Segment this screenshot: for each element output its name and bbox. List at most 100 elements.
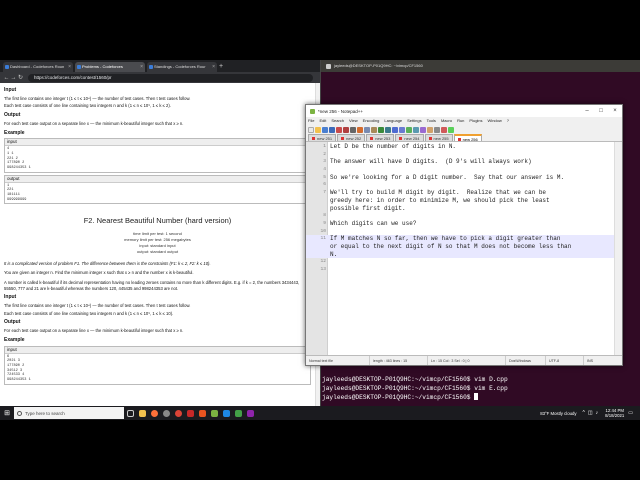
undo-icon[interactable] (378, 126, 384, 133)
browser-tab-standings[interactable]: Standings - Codeforces Rour × (147, 62, 217, 72)
firefox-icon[interactable] (148, 406, 160, 420)
line-number: 10 (320, 228, 326, 234)
weather-widget[interactable]: 83°F Mostly cloudy (540, 411, 576, 416)
menu-tools[interactable]: Tools (427, 117, 436, 125)
menu-language[interactable]: Language (384, 117, 402, 125)
record-macro-icon[interactable] (441, 126, 447, 133)
new-file-icon[interactable] (308, 126, 314, 133)
output-heading: Output (4, 112, 21, 119)
close-tab-icon[interactable]: × (68, 62, 71, 72)
npp-tab-new-254[interactable]: new 254 (395, 134, 424, 141)
replace-icon[interactable] (399, 126, 405, 133)
close-tab-icon[interactable]: × (212, 62, 215, 72)
word-wrap-icon[interactable] (427, 126, 433, 133)
menu-view[interactable]: View (349, 117, 358, 125)
taskbar-clock[interactable]: 12:44 PM 8/18/2021 (605, 408, 624, 418)
zoom-in-icon[interactable] (406, 126, 412, 133)
unsaved-icon (399, 137, 403, 140)
npp-tab-new-255[interactable]: new 255 (424, 134, 453, 141)
close-all-icon[interactable] (343, 126, 349, 133)
menu-encoding[interactable]: Encoding (363, 117, 380, 125)
save-icon[interactable] (322, 126, 328, 133)
sync-scroll-icon[interactable] (420, 126, 426, 133)
minimize-icon[interactable]: – (580, 108, 594, 114)
windows-start-icon[interactable]: ⊞ (0, 409, 14, 417)
sample-output-body[interactable]: 1 221 181111 999999999 (5, 183, 310, 204)
problem-title: F2. Nearest Beautiful Number (hard versi… (83, 216, 232, 226)
npp-statusbar: Normal text file length : 463 lines : 15… (306, 355, 622, 365)
app-icon-green[interactable] (232, 406, 244, 420)
menu-run[interactable]: Run (457, 117, 464, 125)
npp-toolbar (306, 125, 622, 134)
chrome-icon[interactable] (172, 406, 184, 420)
open-folder-icon[interactable] (315, 126, 321, 133)
input-text-2: Each test case consists of one line cont… (4, 103, 171, 109)
menu-help[interactable]: ? (507, 117, 509, 125)
chevron-up-icon[interactable]: ^ (583, 410, 585, 416)
notepadpp-app-icon[interactable] (208, 406, 220, 420)
back-arrow-icon[interactable]: ← (3, 75, 10, 81)
unsaved-icon (370, 137, 374, 140)
browser-tabstrip: Dashboard - Codeforces Roun × Problems - … (0, 60, 320, 72)
close-tab-icon[interactable]: × (140, 62, 143, 72)
show-all-chars-icon[interactable] (434, 126, 440, 133)
terminal-cursor (474, 393, 479, 400)
terminal-icon (326, 63, 331, 69)
npp-editor[interactable]: 1 Let D be the number of digits in N. 2 3… (306, 142, 622, 355)
menu-search[interactable]: Search (331, 117, 344, 125)
menu-plugins[interactable]: Plugins (469, 117, 482, 125)
app-icon-blue[interactable] (220, 406, 232, 420)
terminal-output[interactable]: jayleeds@DESKTOP-P01Q9HC:~/vimcp/CF1560$… (322, 375, 508, 402)
cut-icon[interactable] (357, 126, 363, 133)
editor-line: Let D be the number of digits in N. (330, 143, 457, 150)
browser-tab-dashboard[interactable]: Dashboard - Codeforces Roun × (3, 62, 73, 72)
new-tab-button[interactable]: + (219, 62, 227, 72)
app-icon-red[interactable] (184, 406, 196, 420)
menu-edit[interactable]: Edit (319, 117, 326, 125)
sample-input-body[interactable]: 41 1 221 2 177890 2 998244353 1 (5, 146, 310, 171)
sample2-input-body[interactable]: 6 2021 3 177890 2 34512 3 724533 4 998244353 … (5, 354, 310, 384)
forward-arrow-icon[interactable]: → (10, 75, 17, 81)
paste-icon[interactable] (371, 126, 377, 133)
input2-text-2: Each test case consists of one line cont… (4, 310, 174, 316)
reload-icon[interactable]: ↻ (17, 74, 24, 81)
app-icon-purple[interactable] (244, 406, 256, 420)
notifications-icon[interactable]: ▭ (628, 410, 633, 416)
notepadpp-logo-icon (310, 108, 315, 114)
menu-file[interactable]: File (308, 117, 314, 125)
task-view-icon[interactable] (124, 406, 136, 420)
address-bar[interactable]: https://codeforces.com/contest/1560/pr (28, 73, 313, 82)
npp-tabbar: new 251 new 252 new 253 new 254 new 255 … (306, 134, 622, 142)
volume-icon[interactable]: ♪ (596, 410, 599, 416)
output-text: For each test case output on a separate … (4, 120, 184, 126)
browser-tab-problems[interactable]: Problems - Codeforces × (75, 62, 145, 72)
print-icon[interactable] (350, 126, 356, 133)
file-explorer-icon[interactable] (136, 406, 148, 420)
menu-macro[interactable]: Macro (441, 117, 452, 125)
close-file-icon[interactable] (336, 126, 342, 133)
network-icon[interactable]: ◫ (588, 410, 593, 416)
maximize-icon[interactable]: □ (594, 108, 608, 114)
zoom-out-icon[interactable] (413, 126, 419, 133)
menu-settings[interactable]: Settings (407, 117, 421, 125)
npp-tab-new-251[interactable]: new 251 (308, 134, 337, 141)
taskbar-search[interactable]: Type here to search (14, 407, 124, 419)
npp-tab-new-256[interactable]: new 256 (453, 134, 482, 142)
editor-line-current: N. (330, 250, 338, 258)
redo-icon[interactable] (385, 126, 391, 133)
find-icon[interactable] (392, 126, 398, 133)
save-all-icon[interactable] (329, 126, 335, 133)
close-icon[interactable]: × (608, 108, 622, 114)
editor-line: So we're looking for a D digit number. S… (330, 173, 565, 181)
npp-tab-new-253[interactable]: new 253 (366, 134, 395, 141)
menu-window[interactable]: Window (488, 117, 502, 125)
editor-scrollbar[interactable] (614, 142, 622, 355)
letterbox-bottom (0, 420, 640, 480)
copy-icon[interactable] (364, 126, 370, 133)
play-macro-icon[interactable] (448, 126, 454, 133)
npp-tab-new-252[interactable]: new 252 (337, 134, 366, 141)
terminal-app-icon[interactable] (196, 406, 208, 420)
settings-gear-icon[interactable] (160, 406, 172, 420)
line-number: 12 (320, 259, 326, 265)
line-number: 3 (323, 159, 326, 165)
